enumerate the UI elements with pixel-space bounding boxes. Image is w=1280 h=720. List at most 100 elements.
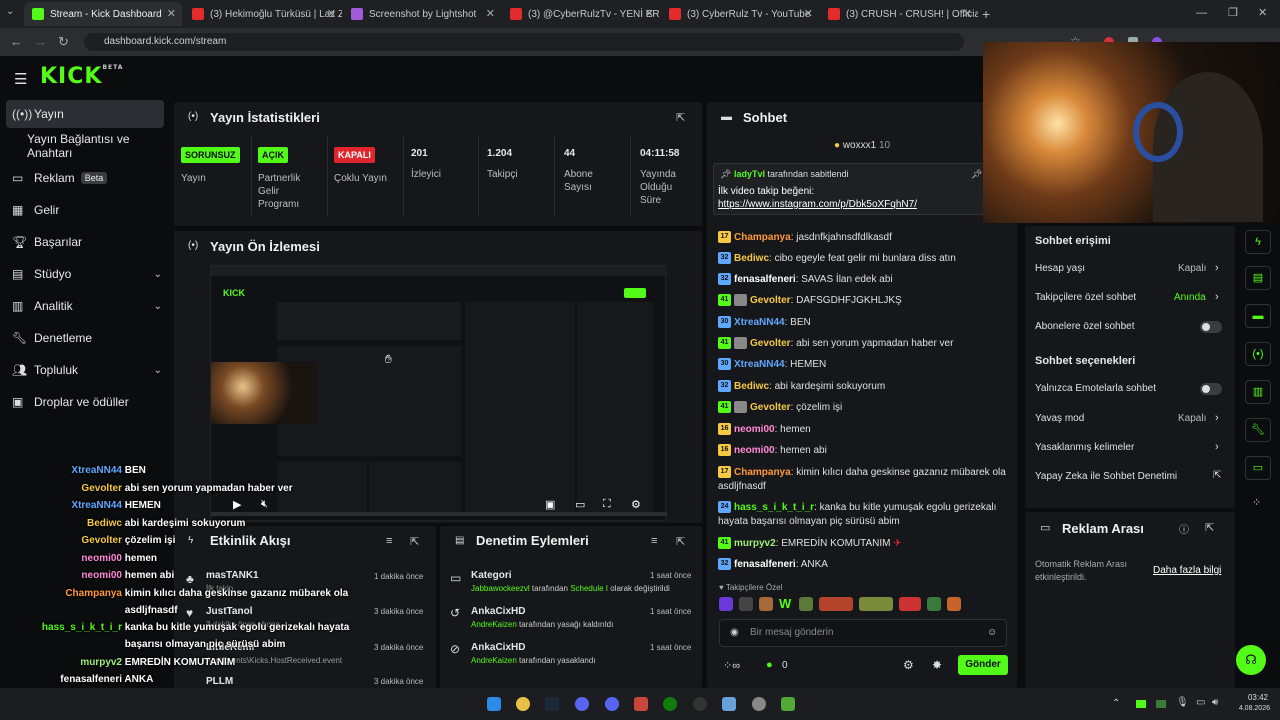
app-icon[interactable] xyxy=(752,697,766,711)
close-icon[interactable]: ✕ xyxy=(963,7,972,20)
activity-user[interactable]: masTANK1 xyxy=(206,570,259,581)
pinned-by[interactable]: ladyTvl xyxy=(734,169,765,179)
chevron-right-icon[interactable]: › xyxy=(1215,262,1219,274)
forward-button[interactable]: → xyxy=(34,34,47,49)
emote-icon[interactable] xyxy=(859,597,893,611)
wrench-icon[interactable]: 🔧︎ xyxy=(1245,418,1271,442)
sidebar-item-droplar[interactable]: ▣ Droplar ve ödüller xyxy=(12,389,170,415)
clock-time[interactable]: 03:42 xyxy=(1232,693,1268,702)
broadcast-icon[interactable]: (•) xyxy=(1245,342,1271,366)
layout-icon[interactable]: ▥ xyxy=(1245,380,1271,404)
sidebar-item-analitik[interactable]: ▥ Analitik ⌄ xyxy=(12,293,170,319)
chat-username[interactable]: Gevolter xyxy=(750,295,791,306)
clock-date[interactable]: 4.08.2026 xyxy=(1226,705,1270,712)
pip-icon[interactable]: ▣ xyxy=(545,498,555,511)
theater-icon[interactable]: ▭ xyxy=(575,498,585,511)
slow-mode-value[interactable]: Kapalı xyxy=(1178,413,1206,424)
community-icon[interactable]: ⁘ xyxy=(1252,496,1261,509)
monitor-icon[interactable]: ▭ xyxy=(1245,456,1271,480)
emote-icon[interactable] xyxy=(739,597,753,611)
discord-icon[interactable] xyxy=(605,697,619,711)
mute-icon[interactable]: 🔇︎ xyxy=(261,498,268,511)
activity-user[interactable]: JustTanol xyxy=(206,606,252,617)
chat-message[interactable]: 32 Bediwc: abi kardeşimi sokuyorum xyxy=(718,380,1008,394)
info-icon[interactable]: ⓘ xyxy=(1179,521,1189,536)
moderation-item-title[interactable]: AnkaCixHD xyxy=(471,642,525,653)
maximize-button[interactable]: ❐ xyxy=(1228,6,1238,19)
back-button[interactable]: ← xyxy=(10,34,23,49)
close-icon[interactable]: ✕ xyxy=(486,7,495,20)
top-gifter[interactable]: ● woxxx1 10 xyxy=(834,140,890,151)
menu-icon[interactable]: ☰ xyxy=(14,70,27,88)
emote-icon[interactable] xyxy=(927,597,941,611)
chat-username[interactable]: Champanya xyxy=(734,467,791,478)
quick-action-icon[interactable]: ϟ xyxy=(1245,230,1271,254)
chat-message[interactable]: 32 Bediwc: cibo egeyle feat gelir mi bunl… xyxy=(718,252,1008,266)
chat-message[interactable]: 30 XtreaNN44: BEN xyxy=(718,316,1008,330)
reload-button[interactable]: ↻ xyxy=(58,34,69,50)
chat-username[interactable]: hass_s_i_k_t_i_r xyxy=(734,502,814,513)
fullscreen-icon[interactable]: ⛶ xyxy=(603,498,611,511)
emote-icon[interactable] xyxy=(899,597,921,611)
volume-icon[interactable]: 🔊︎ xyxy=(1212,697,1218,708)
sidebar-item-denetleme[interactable]: 🔧︎ Denetleme xyxy=(12,325,170,351)
close-icon[interactable]: ✕ xyxy=(804,7,813,20)
chat-message[interactable]: 41 Gevolter: abi sen yorum yapmadan haber… xyxy=(718,337,1008,351)
pinned-link[interactable]: https://www.instagram.com/p/Dbk5oXFqhN7/ xyxy=(718,199,917,210)
popout-icon[interactable]: ⇱ xyxy=(676,535,685,548)
external-link-icon[interactable]: ⇱ xyxy=(1213,470,1221,481)
settings-gear-icon[interactable]: ⚙ xyxy=(631,498,641,511)
chat-icon[interactable]: ▬ xyxy=(1245,304,1271,328)
chat-settings-gear-icon[interactable]: ⚙ xyxy=(903,658,914,672)
tray-icon[interactable] xyxy=(1156,700,1166,708)
sidebar-item-topluluk[interactable]: 👥︎ Topluluk ⌄ xyxy=(12,357,170,383)
start-icon[interactable] xyxy=(487,697,501,711)
emote-icon[interactable] xyxy=(947,597,961,611)
chat-username[interactable]: fenasalfeneri xyxy=(734,274,796,285)
sidebar-item-gelir[interactable]: ▦ Gelir xyxy=(12,197,170,223)
chat-username[interactable]: neomi00 xyxy=(734,424,775,435)
filter-icon[interactable]: ≡ xyxy=(386,535,392,547)
chat-username[interactable]: neomi00 xyxy=(734,445,775,456)
moderator-name[interactable]: Jabbawockeezvl xyxy=(471,584,530,593)
chat-message[interactable]: 41 Gevolter: çözelim işi xyxy=(718,401,1008,415)
tab-kick-dashboard[interactable]: Stream - Kick Dashboard ✕ xyxy=(24,2,182,26)
chat-message[interactable]: 32 fenasalfeneri: ANKA xyxy=(718,558,1008,572)
popout-icon[interactable]: ⇱ xyxy=(1205,521,1214,534)
notes-icon[interactable]: ▤ xyxy=(1245,266,1271,290)
emoji-icon[interactable]: ☺ xyxy=(987,627,997,638)
chat-message[interactable]: 41 Gevolter: DAFSGDHFJGKHLJKŞ xyxy=(718,294,1008,308)
tab-search-button[interactable]: ⌄ xyxy=(6,6,14,17)
chat-username[interactable]: Champanya xyxy=(734,232,791,243)
followers-chat-value[interactable]: Anında xyxy=(1174,292,1206,303)
sidebar-item-studyo[interactable]: ▤ Stüdyo ⌄ xyxy=(12,261,170,287)
emote-icon[interactable]: W xyxy=(779,597,793,611)
popout-icon[interactable]: ⇱ xyxy=(410,535,419,548)
video-progress-track[interactable] xyxy=(211,512,667,516)
subs-chat-toggle[interactable] xyxy=(1200,321,1222,333)
chevron-right-icon[interactable]: › xyxy=(1215,412,1219,424)
chat-username[interactable]: Bediwc xyxy=(734,253,769,264)
moderator-name[interactable]: AndreKaizen xyxy=(471,620,517,629)
chat-message[interactable]: 17 Champanya: kimin kılıcı daha geskinse … xyxy=(718,466,1008,494)
sidebar-item-yayin[interactable]: ((•)) Yayın xyxy=(6,100,164,128)
url-field[interactable]: dashboard.kick.com/stream xyxy=(84,33,964,51)
brave-icon[interactable] xyxy=(634,697,648,711)
chat-mod-icon[interactable]: ✸ xyxy=(932,658,942,672)
learn-more-link[interactable]: Daha fazla bilgi xyxy=(1153,565,1221,576)
moderator-name[interactable]: AndreKaizen xyxy=(471,656,517,665)
chevron-right-icon[interactable]: › xyxy=(1215,291,1219,303)
play-icon[interactable]: ▶ xyxy=(233,498,241,511)
tray-chevron-icon[interactable]: ⌃ xyxy=(1112,698,1120,709)
tray-icon[interactable] xyxy=(1136,700,1146,708)
tab-youtube-2[interactable]: (3) @CyberRulzTv - YENİ ERKEK✕ xyxy=(502,2,660,26)
chrome-icon[interactable] xyxy=(516,697,530,711)
chat-message[interactable]: 41 murpyv2: EMREDİN KOMUTANIM ✈︎ xyxy=(718,537,1008,551)
sidebar-item-basarilar[interactable]: 🏆︎ Başarılar xyxy=(12,229,170,255)
chat-message[interactable]: 32 fenasalfeneri: SAVAS İlan edek abi xyxy=(718,273,1008,287)
chat-message[interactable]: 17 Champanya: jasdnfkjahnsdfdlkasdf xyxy=(718,231,1008,245)
unpin-icon[interactable]: 📌︎ xyxy=(971,169,982,180)
network-icon[interactable]: ▭ xyxy=(1196,697,1205,708)
moderation-item-title[interactable]: AnkaCixHD xyxy=(471,606,525,617)
banned-words-label[interactable]: Yasaklanmış kelimeler xyxy=(1035,442,1134,453)
